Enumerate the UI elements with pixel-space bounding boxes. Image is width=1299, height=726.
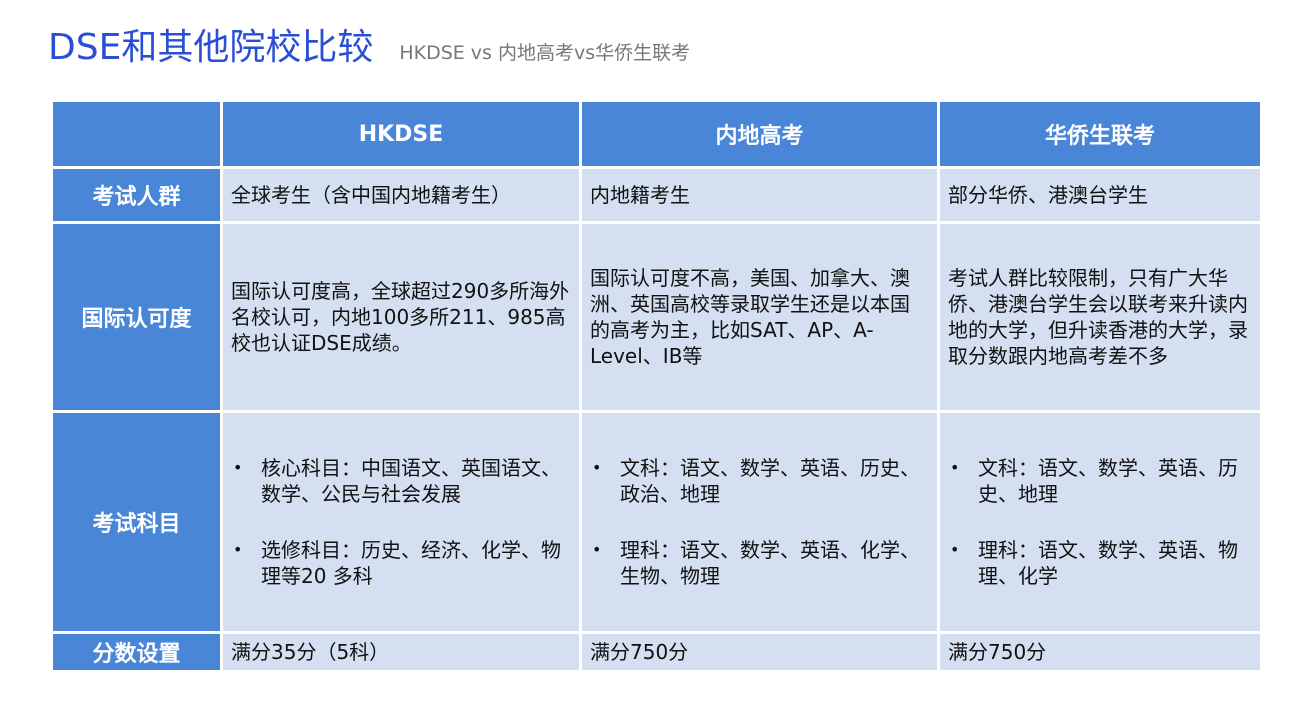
row-label: 考试人群: [53, 169, 220, 221]
bullet-icon: •: [592, 540, 602, 559]
bullet-icon: •: [950, 540, 960, 559]
table-cell: 全球考生（含中国内地籍考生）: [223, 169, 579, 221]
table-cell: 满分750分: [582, 634, 937, 670]
bullet-icon: •: [950, 458, 960, 477]
bullet-icon: •: [233, 458, 243, 477]
table-row: 分数设置 满分35分（5科） 满分750分 满分750分: [53, 634, 1260, 670]
list-item-text: 理科：语文、数学、英语、物理、化学: [978, 538, 1238, 588]
table-header-row: HKDSE 内地高考 华侨生联考: [53, 102, 1260, 166]
table-cell: • 核心科目：中国语文、英国语文、数学、公民与社会发展 • 选修科目：历史、经济、化…: [223, 413, 579, 631]
table-row: 考试科目 • 核心科目：中国语文、英国语文、数学、公民与社会发展 • 选修科目：历史…: [53, 413, 1260, 631]
header-corner: [53, 102, 220, 166]
bullet-list: • 核心科目：中国语文、英国语文、数学、公民与社会发展 • 选修科目：历史、经济、化…: [231, 455, 571, 589]
bullet-list: • 文科：语文、数学、英语、历史、地理 • 理科：语文、数学、英语、物理、化学: [948, 455, 1252, 589]
header-lianka: 华侨生联考: [940, 102, 1260, 166]
table-cell: • 文科：语文、数学、英语、历史、政治、地理 • 理科：语文、数学、英语、化学、生物…: [582, 413, 937, 631]
table-row: 考试人群 全球考生（含中国内地籍考生） 内地籍考生 部分华侨、港澳台学生: [53, 169, 1260, 221]
table-cell: 国际认可度高，全球超过290多所海外名校认可，内地100多所211、985高校也…: [223, 224, 579, 410]
list-item: • 理科：语文、数学、英语、物理、化学: [948, 537, 1252, 589]
bullet-list: • 文科：语文、数学、英语、历史、政治、地理 • 理科：语文、数学、英语、化学、生物…: [590, 455, 929, 589]
table-cell: • 文科：语文、数学、英语、历史、地理 • 理科：语文、数学、英语、物理、化学: [940, 413, 1260, 631]
page-subtitle: HKDSE vs 内地高考vs华侨生联考: [399, 42, 691, 64]
row-label: 考试科目: [53, 413, 220, 631]
header-hkdse: HKDSE: [223, 102, 579, 166]
page-title: DSE和其他院校比较: [48, 27, 374, 68]
table-cell: 内地籍考生: [582, 169, 937, 221]
row-label: 分数设置: [53, 634, 220, 670]
list-item: • 文科：语文、数学、英语、历史、政治、地理: [590, 455, 929, 507]
list-item-text: 文科：语文、数学、英语、历史、政治、地理: [620, 456, 920, 506]
bullet-icon: •: [592, 458, 602, 477]
comparison-table: HKDSE 内地高考 华侨生联考 考试人群 全球考生（含中国内地籍考生） 内地籍…: [50, 99, 1263, 673]
list-item: • 选修科目：历史、经济、化学、物理等20 多科: [231, 537, 571, 589]
list-item-text: 选修科目：历史、经济、化学、物理等20 多科: [261, 538, 561, 588]
title-row: DSE和其他院校比较 HKDSE vs 内地高考vs华侨生联考: [48, 18, 690, 68]
list-item-text: 理科：语文、数学、英语、化学、生物、物理: [620, 538, 920, 588]
bullet-icon: •: [233, 540, 243, 559]
list-item: • 核心科目：中国语文、英国语文、数学、公民与社会发展: [231, 455, 571, 507]
table-cell: 满分750分: [940, 634, 1260, 670]
list-item: • 理科：语文、数学、英语、化学、生物、物理: [590, 537, 929, 589]
table-cell: 考试人群比较限制，只有广大华侨、港澳台学生会以联考来升读内地的大学，但升读香港的…: [940, 224, 1260, 410]
header-gaokao: 内地高考: [582, 102, 937, 166]
list-item-text: 文科：语文、数学、英语、历史、地理: [978, 456, 1238, 506]
table-cell: 部分华侨、港澳台学生: [940, 169, 1260, 221]
list-item-text: 核心科目：中国语文、英国语文、数学、公民与社会发展: [261, 456, 561, 506]
table-cell: 国际认可度不高，美国、加拿大、澳洲、英国高校等录取学生还是以本国的高考为主，比如…: [582, 224, 937, 410]
table-row: 国际认可度 国际认可度高，全球超过290多所海外名校认可，内地100多所211、…: [53, 224, 1260, 410]
row-label: 国际认可度: [53, 224, 220, 410]
list-item: • 文科：语文、数学、英语、历史、地理: [948, 455, 1252, 507]
table-cell: 满分35分（5科）: [223, 634, 579, 670]
